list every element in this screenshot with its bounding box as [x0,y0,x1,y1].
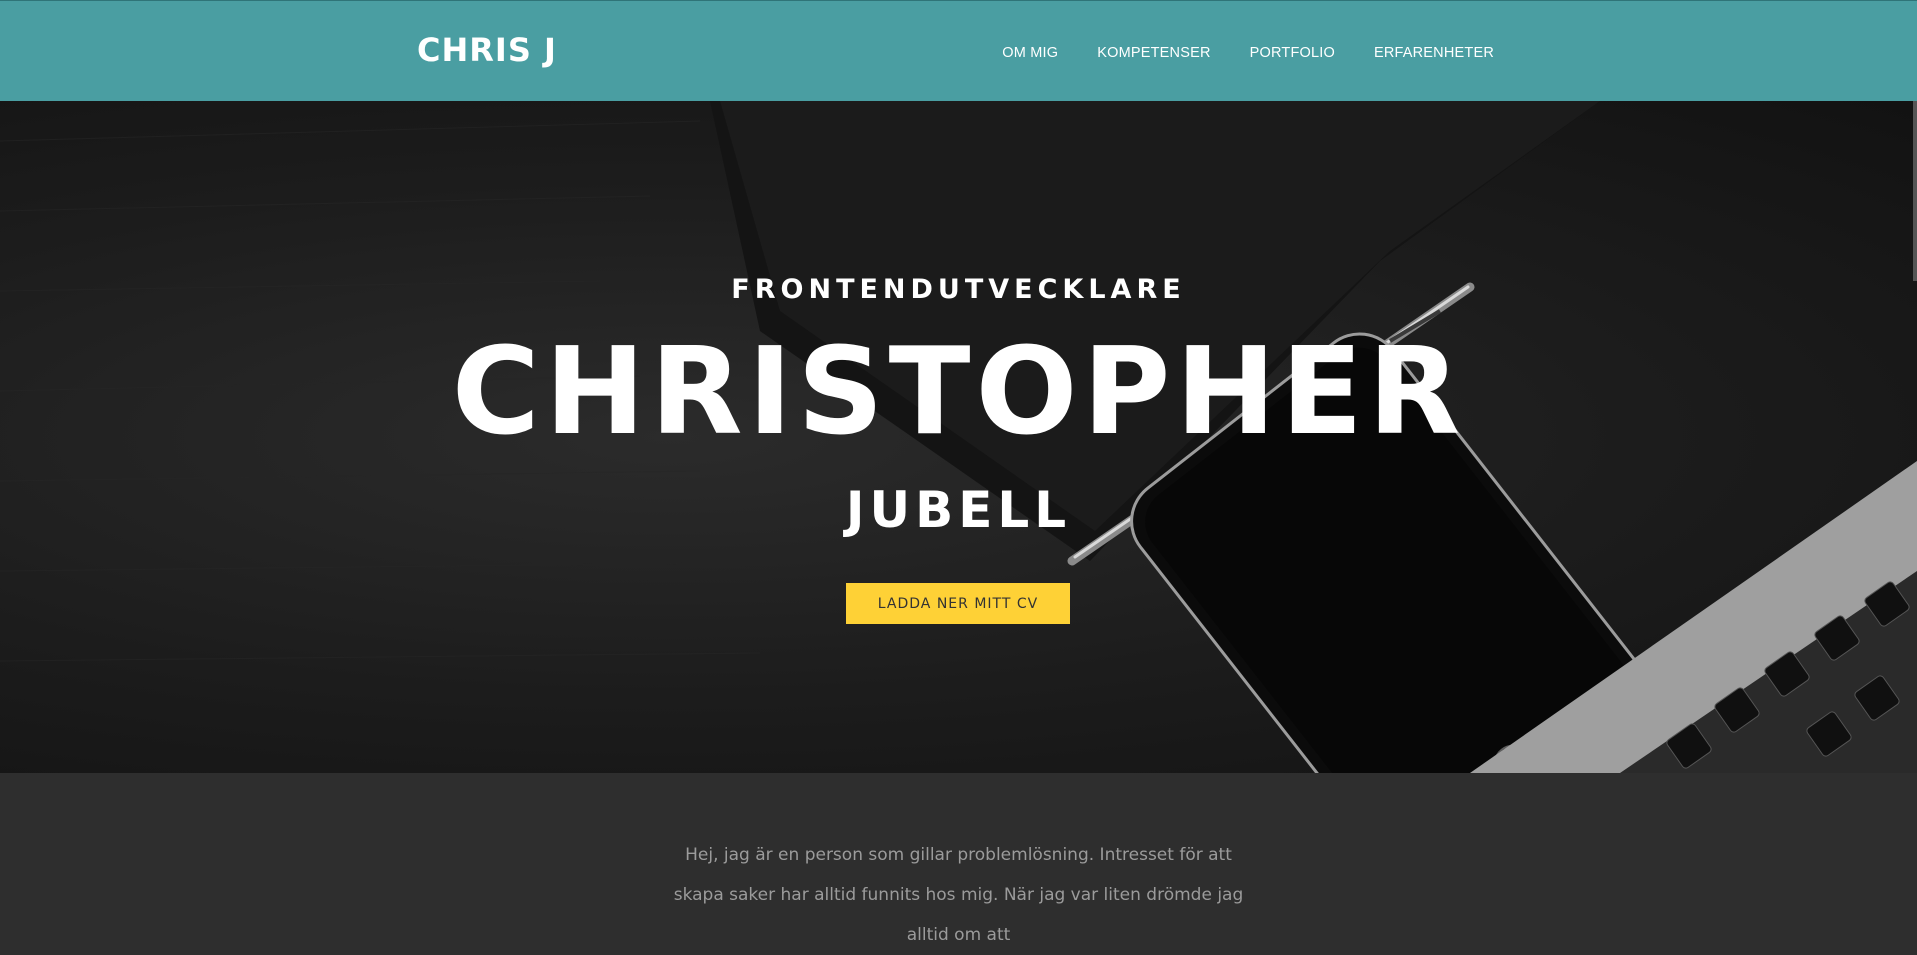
hero-surname: JUBELL [845,481,1072,539]
about-text: Hej, jag är en person som gillar problem… [673,845,1244,945]
hero-section: FRONTENDUTVECKLARE CHRISTOPHER JUBELL LA… [0,101,1917,773]
download-cv-button[interactable]: LADDA NER MITT CV [846,583,1070,624]
nav-item: OM MIG [1002,42,1058,61]
about-section: Hej, jag är en person som gillar problem… [0,773,1917,945]
top-navbar: CHRIS J OM MIG KOMPETENSER PORTFOLIO ERF… [0,0,1917,101]
hero-content: FRONTENDUTVECKLARE CHRISTOPHER JUBELL LA… [0,101,1917,773]
nav-menu: OM MIG KOMPETENSER PORTFOLIO ERFARENHETE… [1002,42,1494,61]
nav-link-kompetenser[interactable]: KOMPETENSER [1097,45,1210,61]
nav-link-erfarenheter[interactable]: ERFARENHETER [1374,45,1494,61]
nav-item: ERFARENHETER [1374,42,1494,61]
brand-logo[interactable]: CHRIS J [417,31,557,69]
nav-item: KOMPETENSER [1097,42,1210,61]
scrollbar[interactable] [1913,101,1917,281]
nav-link-om-mig[interactable]: OM MIG [1002,45,1058,61]
hero-kicker: FRONTENDUTVECKLARE [731,274,1186,305]
nav-item: PORTFOLIO [1250,42,1335,61]
hero-name: CHRISTOPHER [451,323,1466,462]
nav-link-portfolio[interactable]: PORTFOLIO [1250,45,1335,61]
